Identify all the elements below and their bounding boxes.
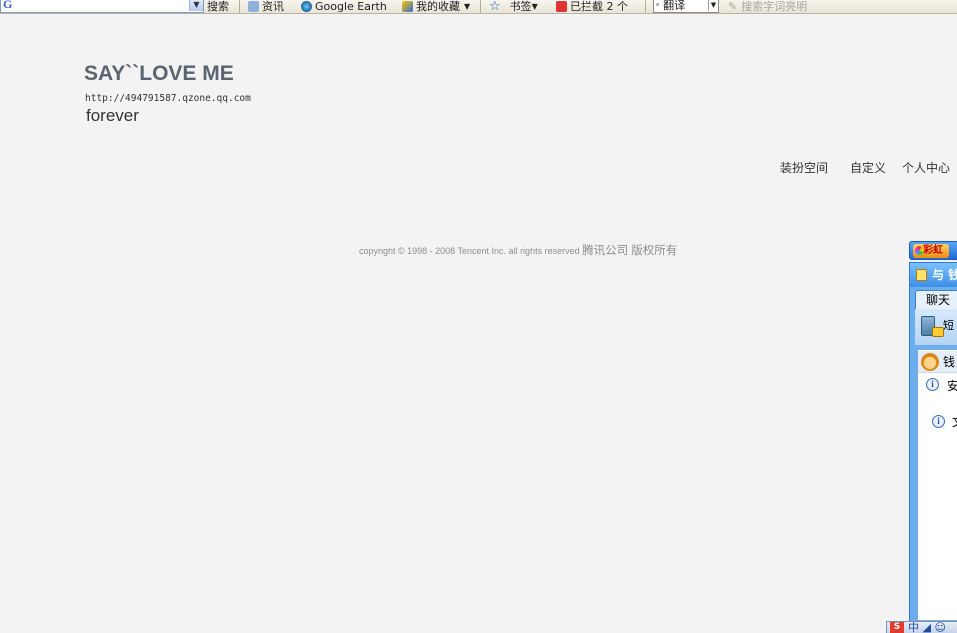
google-logo-icon: G — [3, 0, 13, 11]
star-icon: ☆ — [489, 0, 501, 14]
qq-chat-header-label: 与 钱 — [932, 268, 957, 282]
popup-blocked-button[interactable]: 已拦截 2 个 — [556, 0, 628, 13]
search-button-label: 搜索 — [207, 0, 229, 13]
nav-customize-link[interactable]: 自定义 — [850, 159, 886, 176]
star-bookmark-label: 书签 — [509, 0, 532, 13]
notice-item: i 文 — [918, 413, 957, 431]
translate-icon: ᵃ — [656, 1, 660, 10]
toolbar-divider — [239, 0, 240, 13]
translate-button[interactable]: ᵃ 翻译 ▼ — [653, 0, 719, 13]
highlight-terms-label: 搜索字词亮明 — [741, 0, 808, 13]
globe-icon — [301, 1, 312, 12]
qq-message-area: 钱 i 安 i 文 — [917, 349, 957, 621]
nav-decorate-link[interactable]: 装扮空间 — [780, 159, 828, 176]
chevron-down-icon: ▼ — [464, 1, 471, 11]
pen-icon: ✎ — [728, 0, 738, 13]
tab-chat-label: 聊天 — [926, 293, 951, 307]
chevron-down-icon[interactable]: ▼ — [189, 0, 203, 11]
notice-text: 安 — [947, 379, 957, 393]
popup-blocked-label: 已拦截 2 个 — [570, 0, 628, 13]
search-button[interactable]: 搜索 — [207, 0, 229, 13]
chevron-down-icon[interactable]: ▼ — [708, 0, 718, 11]
qq-chat-header[interactable]: 与 钱 — [910, 263, 957, 287]
star-bookmark-button[interactable]: ☆ 书签 ▼ — [489, 0, 538, 13]
sogou-logo-icon: S — [890, 622, 904, 633]
site-url: http://494791587.qzone.qq.com — [85, 93, 251, 104]
copyright-footer: copyright © 1998 - 2008 Tencent Inc. all… — [359, 242, 677, 258]
bookmarks-label: 我的收藏 — [416, 0, 460, 13]
ime-mode-toggle[interactable]: 中 — [908, 622, 919, 633]
copyright-company: 腾讯公司 版权所有 — [582, 245, 678, 257]
qq-chat-panel: 与 钱 聊天 短 钱 i 安 i 文 — [909, 262, 957, 622]
copyright-text: copyright © 1998 - 2008 Tencent Inc. all… — [359, 246, 580, 256]
info-icon: i — [932, 415, 945, 428]
nav-personal-center-link[interactable]: 个人中心 — [902, 159, 950, 176]
page-title: SAY``LOVE ME — [84, 62, 234, 85]
rainbow-icon: 彩虹 — [913, 244, 949, 258]
sms-button[interactable]: 短 — [915, 309, 957, 345]
browser-toolbar: G ▼ 搜索 资讯 Google Earth 我的收藏 ▼ ☆ 书签 ▼ 已拦截… — [0, 0, 957, 14]
news-button-label: 资讯 — [262, 0, 284, 13]
ime-punct-toggle[interactable]: ◢ ☺ — [923, 622, 946, 633]
contact-name: 钱 — [943, 355, 956, 369]
contact-row[interactable]: 钱 — [918, 351, 957, 373]
avatar — [921, 353, 939, 371]
bookmarks-icon — [402, 1, 413, 12]
note-icon — [916, 269, 927, 281]
toolbar-divider — [480, 0, 481, 13]
toolbar-divider — [645, 0, 646, 13]
tab-chat[interactable]: 聊天 — [915, 290, 957, 309]
highlight-terms-button[interactable]: ✎ 搜索字词亮明 — [728, 0, 807, 13]
blocked-icon — [556, 1, 567, 12]
bookmarks-button[interactable]: 我的收藏 ▼ — [402, 0, 470, 13]
google-search-input[interactable]: G ▼ — [0, 0, 204, 13]
chevron-down-icon: ▼ — [531, 1, 538, 11]
google-earth-button[interactable]: Google Earth — [301, 0, 387, 13]
notice-text: 文 — [952, 415, 957, 429]
mobile-phone-icon — [921, 316, 944, 337]
news-button[interactable]: 资讯 — [248, 0, 284, 13]
google-earth-label: Google Earth — [315, 0, 387, 13]
sms-button-label: 短 — [943, 319, 954, 332]
ime-status-bar[interactable]: S中 ◢ ☺ — [886, 621, 957, 633]
notice-item: i 安 — [918, 377, 957, 395]
qq-rainbow-tab[interactable]: 彩虹 — [909, 241, 957, 260]
page-subtitle: forever — [86, 106, 139, 125]
qq-tab-label: 彩虹 — [923, 245, 943, 256]
info-icon: i — [926, 378, 939, 391]
news-icon — [248, 1, 259, 12]
translate-label: 翻译 — [663, 0, 686, 12]
